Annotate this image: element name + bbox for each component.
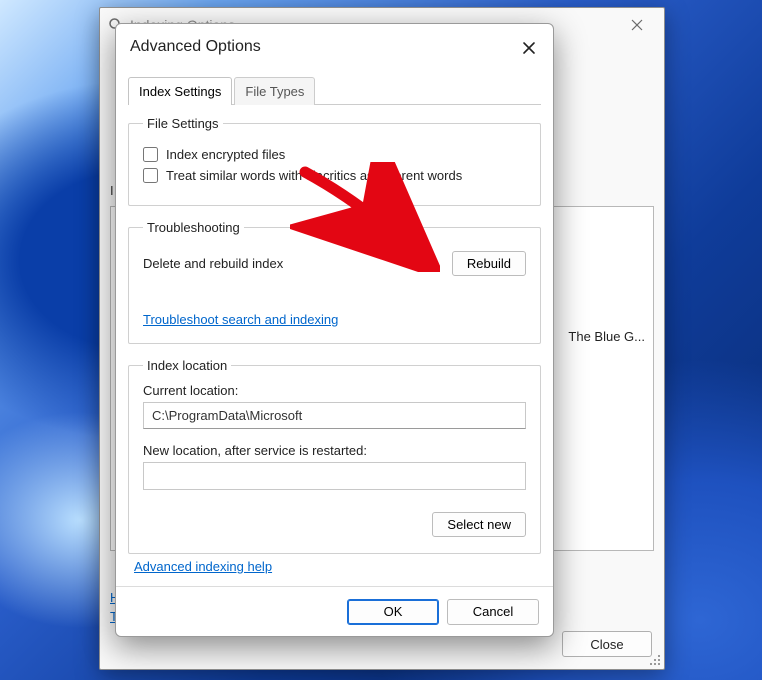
rebuild-button[interactable]: Rebuild	[452, 251, 526, 276]
checkbox-label: Index encrypted files	[166, 147, 285, 162]
close-icon[interactable]	[515, 34, 543, 62]
tab-strip: Index Settings File Types	[128, 76, 541, 105]
index-location-group: Index location Current location: New loc…	[128, 358, 541, 554]
group-legend: File Settings	[143, 116, 223, 131]
group-legend: Troubleshooting	[143, 220, 244, 235]
troubleshooting-group: Troubleshooting Delete and rebuild index…	[128, 220, 541, 344]
window-close-button[interactable]	[616, 12, 658, 38]
advanced-indexing-help-link[interactable]: Advanced indexing help	[134, 559, 272, 574]
resize-grip-icon[interactable]	[648, 653, 662, 667]
index-encrypted-checkbox[interactable]	[143, 147, 158, 162]
desktop-wallpaper: Indexing Options I The Blue G... H T Clo…	[0, 0, 762, 680]
diacritics-checkbox[interactable]	[143, 168, 158, 183]
checkbox-label: Treat similar words with diacritics as d…	[166, 168, 462, 183]
troubleshoot-link[interactable]: Troubleshoot search and indexing	[143, 312, 338, 327]
delete-rebuild-label: Delete and rebuild index	[143, 256, 283, 271]
group-legend: Index location	[143, 358, 231, 373]
tab-panel-index-settings: File Settings Index encrypted files Trea…	[128, 102, 541, 546]
checkbox-row-encrypted[interactable]: Index encrypted files	[143, 147, 526, 162]
tab-file-types[interactable]: File Types	[234, 77, 315, 105]
tab-index-settings[interactable]: Index Settings	[128, 77, 232, 105]
dialog-footer: OK Cancel	[116, 586, 553, 636]
list-item[interactable]: The Blue G...	[568, 329, 645, 344]
cancel-button[interactable]: Cancel	[447, 599, 539, 625]
ok-button[interactable]: OK	[347, 599, 439, 625]
new-location-label: New location, after service is restarted…	[143, 443, 526, 458]
close-button[interactable]: Close	[562, 631, 652, 657]
current-location-label: Current location:	[143, 383, 526, 398]
file-settings-group: File Settings Index encrypted files Trea…	[128, 116, 541, 206]
truncated-label: I	[110, 183, 114, 198]
select-new-button[interactable]: Select new	[432, 512, 526, 537]
current-location-field[interactable]	[143, 402, 526, 429]
new-location-field[interactable]	[143, 462, 526, 490]
checkbox-row-diacritics[interactable]: Treat similar words with diacritics as d…	[143, 168, 526, 183]
dialog-title: Advanced Options	[130, 38, 261, 56]
advanced-options-dialog: Advanced Options Index Settings File Typ…	[115, 23, 554, 637]
